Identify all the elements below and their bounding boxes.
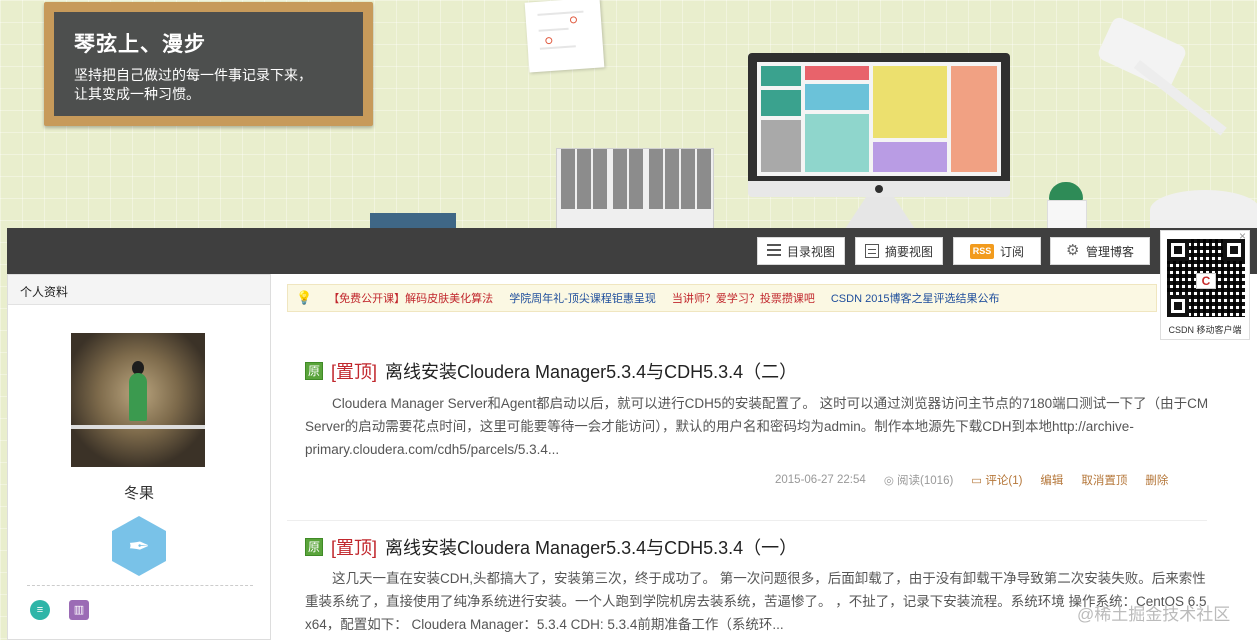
post-excerpt: 这几天一直在安装CDH,头都搞大了，安装第三次，终于成功了。 第一次问题很多，后… xyxy=(305,571,1207,632)
notice-link-4[interactable]: CSDN 2015博客之星评选结果公布 xyxy=(831,290,1000,306)
unpin-link[interactable]: 取消置顶 xyxy=(1081,472,1127,488)
pinned-tag: [置顶] xyxy=(331,538,378,558)
catalog-view-label: 目录视图 xyxy=(786,244,835,259)
mobile-client-qrcode[interactable]: × C CSDN 移动客户端 xyxy=(1160,229,1250,340)
csdn-logo-icon: C xyxy=(1196,273,1216,289)
blog-title[interactable]: 琴弦上、漫步 xyxy=(74,28,343,58)
original-tag: 原 xyxy=(305,362,323,380)
notice-link-3[interactable]: 当讲师？爱学习？投票攒课吧 xyxy=(672,290,815,306)
qrcode-image: C xyxy=(1167,239,1245,317)
original-tag: 原 xyxy=(305,538,323,556)
delete-link[interactable]: 删除 xyxy=(1145,472,1168,488)
rss-icon: RSS xyxy=(969,243,994,259)
plant-illustration xyxy=(1049,182,1083,202)
profile-sidebar: 个人资料 冬果 ✒ ≡ ▥ xyxy=(7,274,271,640)
manage-blog-button[interactable]: ⚙ 管理博客 xyxy=(1050,237,1150,265)
post-excerpt: Cloudera Manager Server和Agent都启动以后，就可以进行… xyxy=(305,396,1209,457)
book-badge-icon[interactable]: ▥ xyxy=(69,600,89,620)
lamp-illustration xyxy=(1096,15,1188,91)
notice-link-1[interactable]: 【免费公开课】解码皮肤美化算法 xyxy=(328,290,493,306)
lamp-arm xyxy=(1133,60,1227,136)
edit-link[interactable]: 编辑 xyxy=(1040,472,1063,488)
pinned-tag: [置顶] xyxy=(331,362,378,382)
subscribe-label: 订阅 xyxy=(999,244,1024,259)
post-title-row: 原 [置顶] 离线安装Cloudera Manager5.3.4与CDH5.3.… xyxy=(305,358,797,384)
blog-title-board: 琴弦上、漫步 坚持把自己做过的每一件事记录下来， 让其变成一种习惯。 xyxy=(44,2,373,126)
blog-toolbar: 目录视图 摘要视图 RSS 订阅 ⚙ 管理博客 xyxy=(7,228,1257,274)
summary-view-button[interactable]: 摘要视图 xyxy=(855,237,943,265)
paper-illustration xyxy=(524,0,605,73)
catalog-view-button[interactable]: 目录视图 xyxy=(757,237,845,265)
list-badge-icon[interactable]: ≡ xyxy=(30,600,50,620)
summary-icon xyxy=(864,244,879,258)
post-date: 2015-06-27 22:54 xyxy=(775,474,866,486)
qrcode-caption: CSDN 移动客户端 xyxy=(1168,325,1242,335)
post-title-link[interactable]: 离线安装Cloudera Manager5.3.4与CDH5.3.4（一） xyxy=(385,534,797,560)
notice-link-2[interactable]: 学院周年礼-顶尖课程钜惠呈现 xyxy=(509,290,656,306)
profile-header: 个人资料 xyxy=(8,275,270,305)
post-divider xyxy=(287,520,1207,521)
monitor-chin xyxy=(748,181,1010,197)
post-reads: ◎ 阅读(1016) xyxy=(883,475,954,487)
post-title-row: 原 [置顶] 离线安装Cloudera Manager5.3.4与CDH5.3.… xyxy=(305,534,797,560)
plant-pot xyxy=(1047,200,1087,229)
reads-count: 阅读(1016) xyxy=(897,475,954,487)
notice-bar: 💡 【免费公开课】解码皮肤美化算法 学院周年礼-顶尖课程钜惠呈现 当讲师？爱学习… xyxy=(287,284,1157,312)
bookshelf-illustration xyxy=(556,148,714,229)
blog-subtitle-1: 坚持把自己做过的每一件事记录下来， xyxy=(74,67,312,83)
watermark: @稀土掘金技术社区 xyxy=(1077,605,1231,624)
summary-view-label: 摘要视图 xyxy=(884,244,933,259)
lightbulb-icon: 💡 xyxy=(296,290,313,305)
post-title-link[interactable]: 离线安装Cloudera Manager5.3.4与CDH5.3.4（二） xyxy=(385,358,797,384)
box-illustration xyxy=(370,213,456,229)
monitor-stand xyxy=(845,197,915,229)
blog-subtitle-2: 让其变成一种习惯。 xyxy=(74,86,200,102)
list-icon xyxy=(766,244,781,258)
sidebar-divider xyxy=(27,585,253,586)
feather-badge-icon[interactable]: ✒ xyxy=(112,516,166,576)
comments-count: 评论(1) xyxy=(985,475,1023,487)
comments-link[interactable]: ▭ 评论(1) xyxy=(971,472,1022,488)
post-meta: 2015-06-27 22:54 ◎ 阅读(1016) ▭ 评论(1) 编辑 取… xyxy=(775,472,1168,488)
rss-subscribe-button[interactable]: RSS 订阅 xyxy=(953,237,1041,265)
avatar[interactable] xyxy=(71,333,205,467)
lamp-base xyxy=(1150,190,1257,230)
manage-label: 管理博客 xyxy=(1085,244,1134,259)
username[interactable]: 冬果 xyxy=(8,482,270,503)
gear-icon: ⚙ xyxy=(1065,242,1080,259)
monitor-illustration xyxy=(748,53,1010,193)
